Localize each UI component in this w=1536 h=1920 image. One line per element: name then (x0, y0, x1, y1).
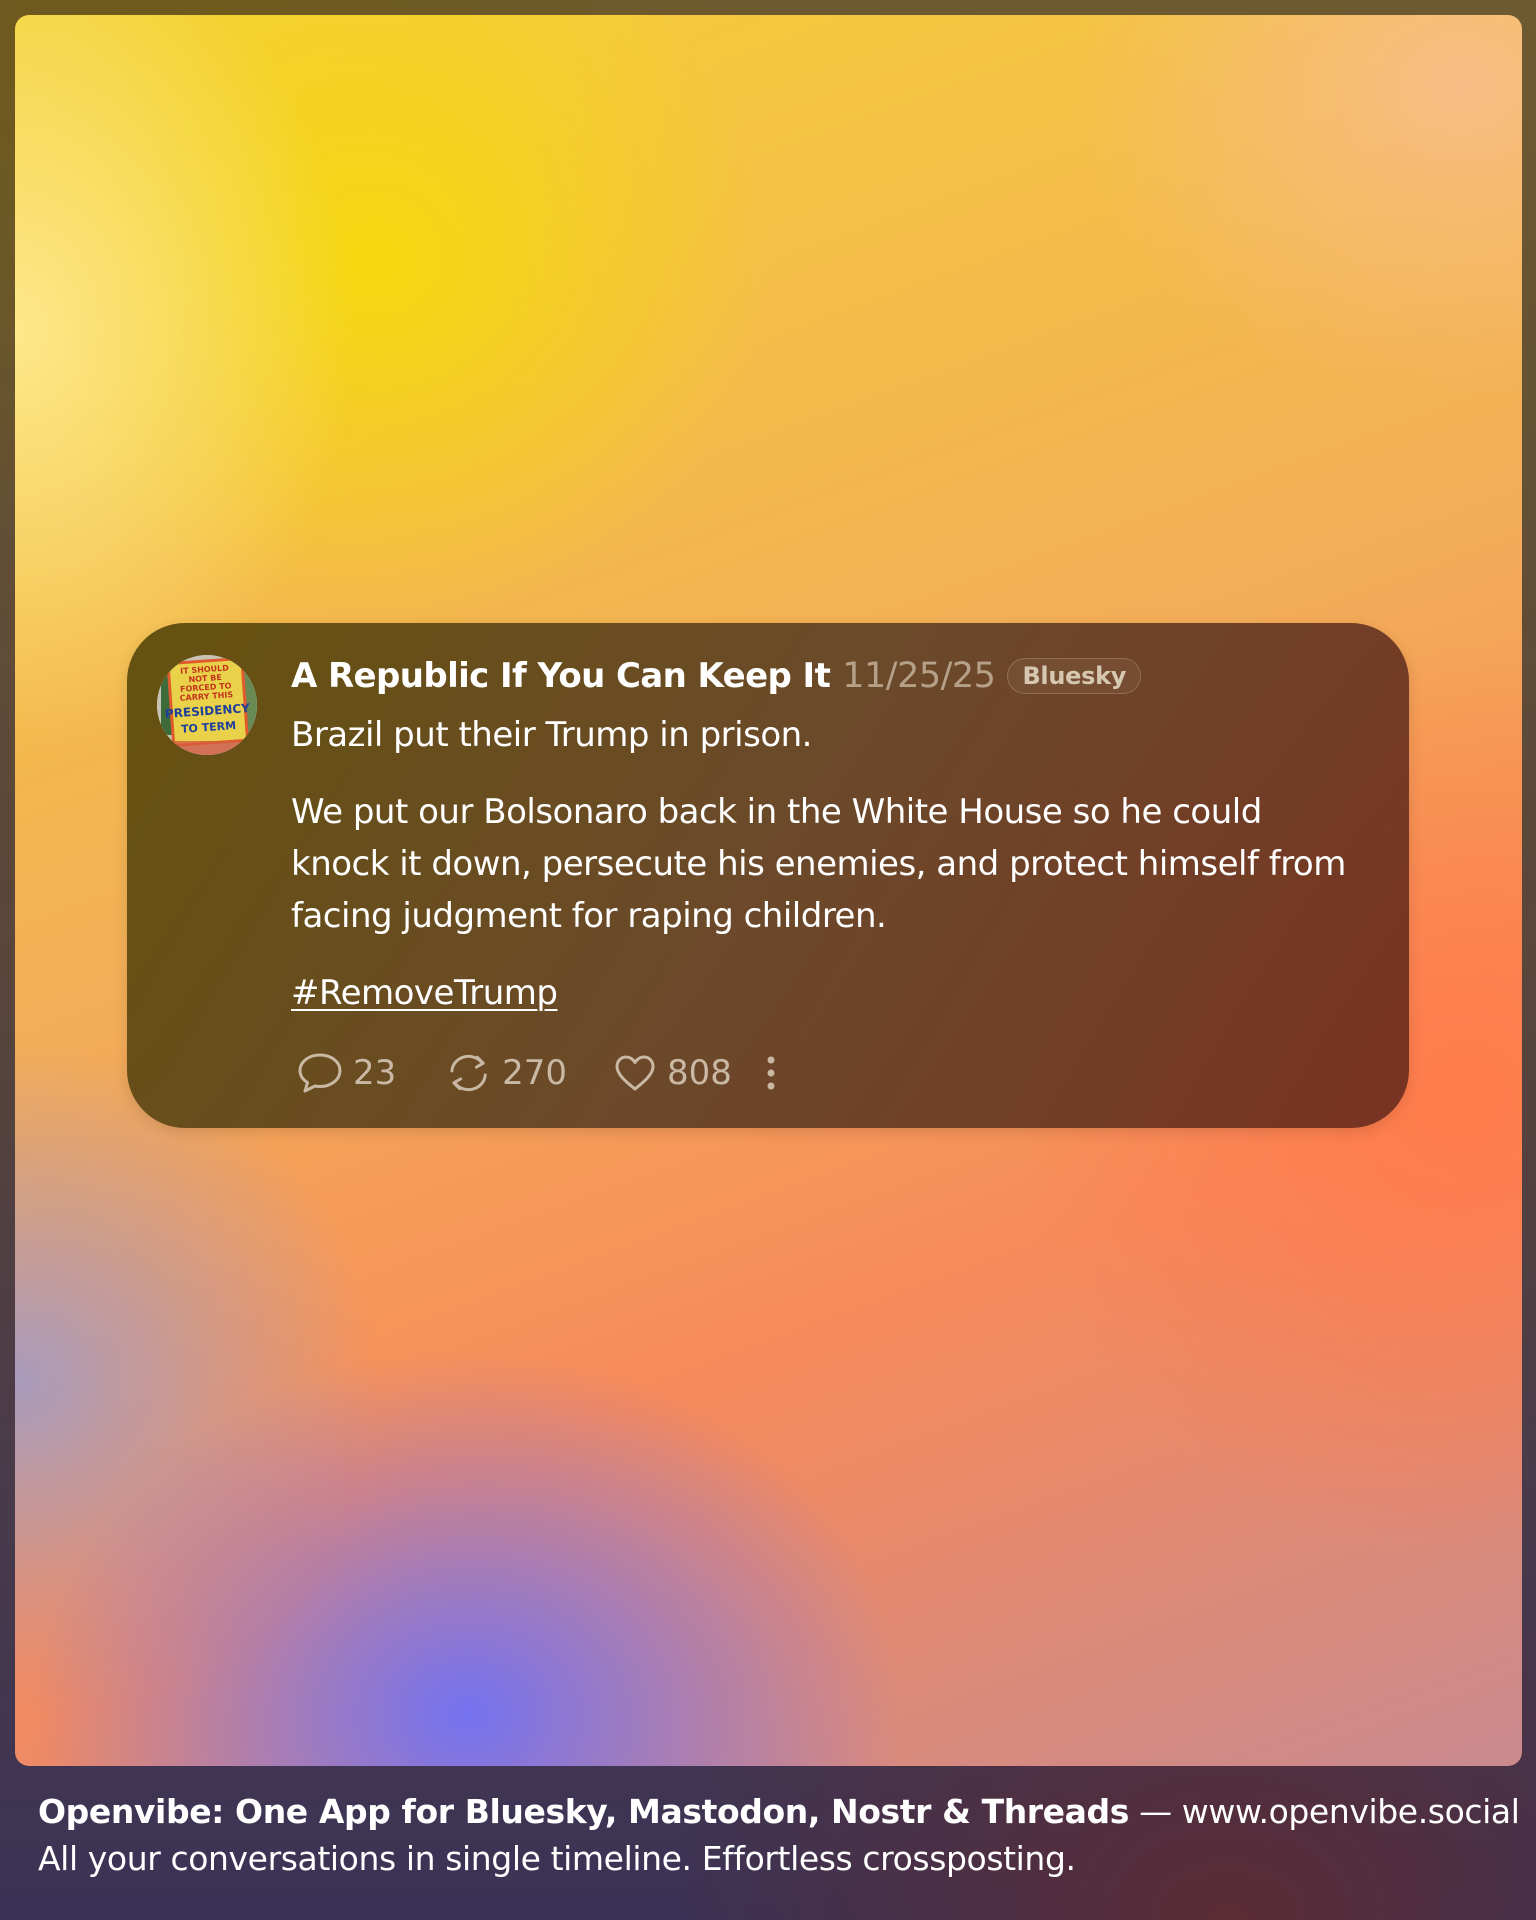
like-count: 808 (667, 1053, 732, 1093)
heart-icon (615, 1055, 655, 1091)
vertical-ellipsis-icon (767, 1056, 775, 1090)
post-paragraph: Brazil put their Trump in prison. (291, 715, 812, 755)
author-name[interactable]: A Republic If You Can Keep It (291, 656, 831, 696)
hashtag-link[interactable]: #RemoveTrump (291, 973, 558, 1013)
footer-url[interactable]: www.openvibe.social (1182, 1792, 1520, 1831)
post-card[interactable]: IT SHOULD NOT BE FORCED TO CARRY THIS PR… (127, 623, 1409, 1128)
like-button[interactable]: 808 (613, 1053, 739, 1093)
speech-bubble-icon (298, 1053, 342, 1093)
repost-button[interactable]: 270 (445, 1051, 567, 1095)
post-actions: 23 270 808 (297, 1043, 781, 1103)
post-paragraph: We put our Bolsonaro back in the White H… (291, 792, 1346, 936)
footer-tagline: All your conversations in single timelin… (38, 1839, 1076, 1878)
network-badge: Bluesky (1007, 658, 1142, 694)
footer-separator: — (1128, 1792, 1182, 1831)
reply-count: 23 (353, 1053, 397, 1093)
avatar[interactable]: IT SHOULD NOT BE FORCED TO CARRY THIS PR… (157, 655, 257, 755)
footer-headline: Openvibe: One App for Bluesky, Mastodon,… (38, 1792, 1129, 1831)
more-options-button[interactable] (761, 1051, 781, 1095)
promo-footer: Openvibe: One App for Bluesky, Mastodon,… (38, 1788, 1520, 1882)
footer-line-1: Openvibe: One App for Bluesky, Mastodon,… (38, 1788, 1520, 1835)
avatar-protest-sign-image: IT SHOULD NOT BE FORCED TO CARRY THIS PR… (157, 655, 257, 755)
repost-arrows-icon (450, 1054, 487, 1092)
post-date[interactable]: 11/25/25 (842, 656, 996, 696)
repost-count: 270 (502, 1053, 567, 1093)
reply-button[interactable]: 23 (297, 1051, 399, 1095)
post-body: Brazil put their Trump in prison. We put… (291, 709, 1351, 1019)
post-header: A Republic If You Can Keep It 11/25/25 B… (291, 653, 1142, 699)
